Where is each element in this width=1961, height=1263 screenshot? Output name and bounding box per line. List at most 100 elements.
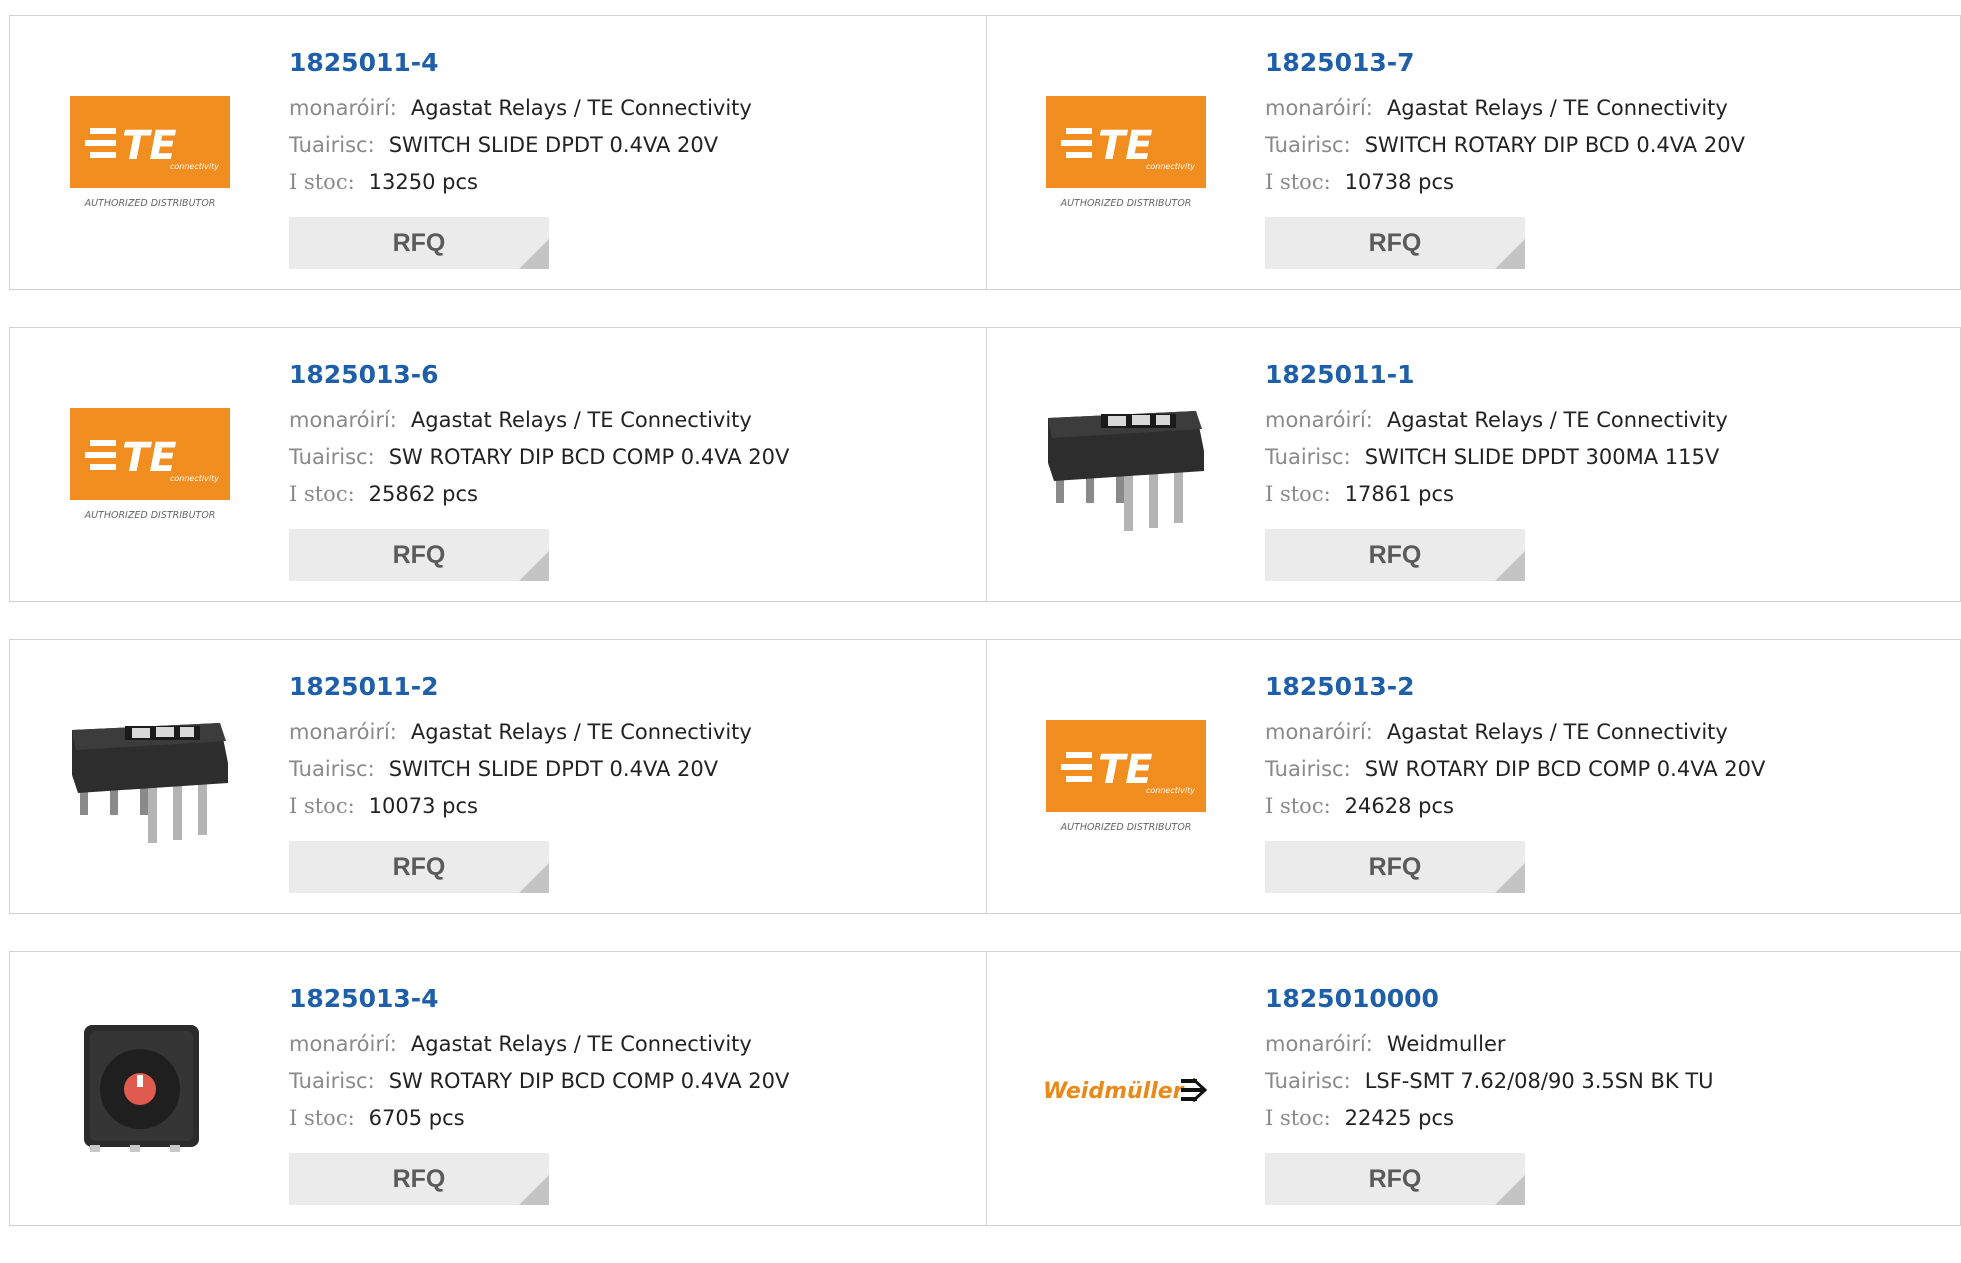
description-value: SWITCH SLIDE DPDT 0.4VA 20V — [388, 757, 719, 781]
rfq-corner-decoration — [519, 863, 549, 893]
product-card: TE connectivity AUTHORIZED DISTRIBUTOR 1… — [9, 15, 987, 290]
rfq-button-label: RFQ — [392, 541, 446, 569]
manufacturer-value: Weidmuller — [1386, 1032, 1506, 1056]
stock-label: I stoc: — [1265, 1106, 1331, 1130]
rfq-button[interactable]: RFQ — [289, 529, 549, 581]
description-label: Tuairisc: — [289, 445, 375, 469]
description-value: SW ROTARY DIP BCD COMP 0.4VA 20V — [388, 1069, 790, 1093]
stock-line: I stoc: 6705 pcs — [289, 1100, 789, 1137]
stock-label: I stoc: — [1265, 170, 1331, 194]
stock-value: 17861 pcs — [1344, 482, 1454, 506]
product-info: 1825013-2 monaróirí: Agastat Relays / TE … — [1265, 670, 1765, 825]
product-thumbnail[interactable] — [50, 1017, 250, 1162]
product-thumbnail[interactable]: TE connectivity AUTHORIZED DISTRIBUTOR — [50, 81, 250, 226]
manufacturer-label: monaróirí: — [1265, 96, 1373, 120]
stock-value: 22425 pcs — [1344, 1106, 1454, 1130]
rfq-button-label: RFQ — [392, 853, 446, 881]
product-thumbnail[interactable]: TE connectivity AUTHORIZED DISTRIBUTOR — [1026, 705, 1226, 850]
rfq-button[interactable]: RFQ — [1265, 1153, 1525, 1205]
stock-value: 24628 pcs — [1344, 794, 1454, 818]
rfq-button[interactable]: RFQ — [289, 841, 549, 893]
description-value: SW ROTARY DIP BCD COMP 0.4VA 20V — [1364, 757, 1766, 781]
stock-line: I stoc: 25862 pcs — [289, 476, 789, 513]
rfq-button-label: RFQ — [1368, 1165, 1422, 1193]
description-value: SWITCH ROTARY DIP BCD 0.4VA 20V — [1364, 133, 1745, 157]
rfq-corner-decoration — [519, 1175, 549, 1205]
te-logo-tagline: AUTHORIZED DISTRIBUTOR — [84, 510, 216, 521]
stock-value: 10073 pcs — [368, 794, 478, 818]
description-label: Tuairisc: — [289, 1069, 375, 1093]
stock-value: 25862 pcs — [368, 482, 478, 506]
description-line: Tuairisc: SWITCH SLIDE DPDT 300MA 115V — [1265, 439, 1728, 476]
stock-value: 6705 pcs — [368, 1106, 465, 1130]
product-card: TE connectivity AUTHORIZED DISTRIBUTOR 1… — [987, 15, 1961, 290]
description-value: LSF-SMT 7.62/08/90 3.5SN BK TU — [1364, 1069, 1714, 1093]
rfq-button[interactable]: RFQ — [1265, 841, 1525, 893]
part-number-link[interactable]: 1825013-6 — [289, 358, 789, 392]
rfq-button[interactable]: RFQ — [1265, 217, 1525, 269]
manufacturer-label: monaróirí: — [289, 96, 397, 120]
rfq-button-label: RFQ — [392, 1165, 446, 1193]
part-number-link[interactable]: 1825013-7 — [1265, 46, 1745, 80]
stock-line: I stoc: 13250 pcs — [289, 164, 752, 201]
product-thumbnail[interactable]: TE connectivity AUTHORIZED DISTRIBUTOR — [1026, 81, 1226, 226]
product-info: 1825013-7 monaróirí: Agastat Relays / TE … — [1265, 46, 1745, 201]
product-row: TE connectivity AUTHORIZED DISTRIBUTOR 1… — [9, 15, 1961, 290]
rotary-switch-icon — [84, 1025, 199, 1152]
product-card: 1825011-2 monaróirí: Agastat Relays / TE … — [9, 639, 987, 914]
description-label: Tuairisc: — [289, 757, 375, 781]
te-logo-text: TE — [1098, 747, 1153, 793]
manufacturer-label: monaróirí: — [289, 408, 397, 432]
rfq-corner-decoration — [1495, 551, 1525, 581]
product-row: 1825011-2 monaróirí: Agastat Relays / TE … — [9, 639, 1961, 914]
stock-line: I stoc: 24628 pcs — [1265, 788, 1765, 825]
manufacturer-label: monaróirí: — [289, 720, 397, 744]
te-logo-tagline: AUTHORIZED DISTRIBUTOR — [1060, 822, 1192, 833]
part-number-link[interactable]: 1825013-4 — [289, 982, 789, 1016]
product-thumbnail[interactable] — [1026, 393, 1226, 538]
rfq-button-label: RFQ — [1368, 229, 1422, 257]
manufacturer-label: monaróirí: — [1265, 720, 1373, 744]
manufacturer-label: monaróirí: — [1265, 408, 1373, 432]
product-info: 1825013-4 monaróirí: Agastat Relays / TE … — [289, 982, 789, 1137]
product-thumbnail[interactable]: TE connectivity AUTHORIZED DISTRIBUTOR — [50, 393, 250, 538]
part-number-link[interactable]: 1825011-1 — [1265, 358, 1728, 392]
manufacturer-line: monaróirí: Agastat Relays / TE Connectivi… — [1265, 402, 1728, 439]
manufacturer-value: Agastat Relays / TE Connectivity — [1386, 720, 1728, 744]
rfq-button-label: RFQ — [1368, 853, 1422, 881]
product-card: TE connectivity AUTHORIZED DISTRIBUTOR 1… — [9, 327, 987, 602]
part-number-link[interactable]: 1825011-4 — [289, 46, 752, 80]
manufacturer-label: monaróirí: — [289, 1032, 397, 1056]
part-number-link[interactable]: 1825011-2 — [289, 670, 752, 704]
description-line: Tuairisc: SW ROTARY DIP BCD COMP 0.4VA 20… — [289, 1063, 789, 1100]
manufacturer-line: monaróirí: Agastat Relays / TE Connectivi… — [289, 402, 789, 439]
rfq-button[interactable]: RFQ — [289, 217, 549, 269]
weidmuller-logo-icon: Weidmüller — [1043, 1077, 1208, 1104]
stock-value: 13250 pcs — [368, 170, 478, 194]
rfq-button-label: RFQ — [1368, 541, 1422, 569]
te-logo-tagline: AUTHORIZED DISTRIBUTOR — [84, 198, 216, 209]
product-thumbnail[interactable]: Weidmüller — [1026, 1017, 1226, 1162]
rfq-corner-decoration — [1495, 1175, 1525, 1205]
part-number-link[interactable]: 1825010000 — [1265, 982, 1714, 1016]
rfq-button[interactable]: RFQ — [1265, 529, 1525, 581]
rfq-corner-decoration — [519, 239, 549, 269]
rfq-button-label: RFQ — [392, 229, 446, 257]
description-line: Tuairisc: SWITCH ROTARY DIP BCD 0.4VA 20V — [1265, 127, 1745, 164]
description-line: Tuairisc: SWITCH SLIDE DPDT 0.4VA 20V — [289, 127, 752, 164]
description-line: Tuairisc: SWITCH SLIDE DPDT 0.4VA 20V — [289, 751, 752, 788]
manufacturer-line: monaróirí: Weidmuller — [1265, 1026, 1714, 1063]
manufacturer-value: Agastat Relays / TE Connectivity — [1386, 96, 1728, 120]
part-number-link[interactable]: 1825013-2 — [1265, 670, 1765, 704]
manufacturer-line: monaróirí: Agastat Relays / TE Connectivi… — [1265, 714, 1765, 751]
manufacturer-line: monaróirí: Agastat Relays / TE Connectivi… — [289, 90, 752, 127]
stock-label: I stoc: — [289, 794, 355, 818]
product-info: 1825013-6 monaróirí: Agastat Relays / TE … — [289, 358, 789, 513]
manufacturer-line: monaróirí: Agastat Relays / TE Connectivi… — [289, 1026, 789, 1063]
product-thumbnail[interactable] — [50, 705, 250, 850]
description-value: SWITCH SLIDE DPDT 0.4VA 20V — [388, 133, 719, 157]
manufacturer-value: Agastat Relays / TE Connectivity — [1386, 408, 1728, 432]
rfq-button[interactable]: RFQ — [289, 1153, 549, 1205]
manufacturer-value: Agastat Relays / TE Connectivity — [410, 96, 752, 120]
te-logo-subtext: connectivity — [170, 162, 219, 171]
